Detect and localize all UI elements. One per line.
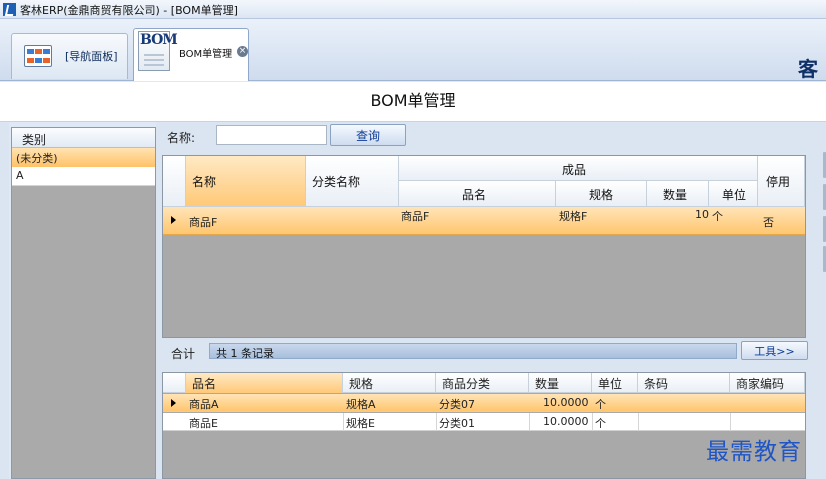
bom-header-category-name[interactable]: 分类名称 [306, 156, 399, 207]
window-title: 客林ERP(金鼎商贸有限公司) - [BOM单管理] [20, 4, 238, 17]
bom-header-disabled[interactable]: 停用 [758, 156, 805, 207]
row-pointer-icon [171, 399, 176, 407]
table-row[interactable]: 商品A 规格A 分类07 10.0000 个 [163, 394, 805, 412]
name-search-input[interactable] [216, 125, 327, 145]
bom-cell-spec: 规格F [559, 210, 588, 223]
detail-header-product-name[interactable]: 品名 [186, 373, 343, 393]
detail-cell-spec: 规格E [346, 417, 375, 430]
bom-document-icon: BOM [138, 31, 178, 71]
detail-header-merchant-code[interactable]: 商家编码 [730, 373, 805, 393]
table-row[interactable]: 商品F 商品F 规格F 10 个 否 [163, 207, 805, 235]
bom-cell-name: 商品F [189, 216, 218, 229]
bom-header-product-name[interactable]: 品名 [399, 181, 556, 207]
category-header: 类别 [12, 128, 155, 148]
name-label: 名称: [167, 131, 196, 145]
bom-header-name[interactable]: 名称 [186, 156, 306, 207]
detail-cell-unit: 个 [595, 398, 606, 411]
query-button[interactable]: 查询 [330, 124, 406, 146]
category-item-a[interactable]: A [12, 167, 155, 186]
detail-cell-product-name: 商品E [189, 417, 218, 430]
detail-cell-qty: 10.0000 [543, 415, 589, 428]
right-side-toolbar [815, 122, 826, 479]
detail-header-qty[interactable]: 数量 [529, 373, 592, 393]
close-tab-icon[interactable]: × [237, 46, 248, 57]
bom-cell-product-name: 商品F [401, 210, 430, 223]
detail-cell-category: 分类01 [439, 417, 475, 430]
left-gutter [0, 122, 9, 479]
bom-header-unit[interactable]: 单位 [709, 181, 758, 207]
corner-brand-text: 客 [798, 57, 818, 81]
summary-label: 合计 [171, 347, 196, 361]
bom-cell-qty: 10 [695, 208, 709, 221]
app-logo-icon [3, 3, 16, 16]
bom-grid-corner [163, 156, 186, 207]
bom-header-qty[interactable]: 数量 [647, 181, 709, 207]
navigation-grid-icon [24, 45, 52, 67]
detail-cell-category: 分类07 [439, 398, 475, 411]
bom-icon-text: BOM [140, 32, 178, 48]
bom-grid: 名称 分类名称 成品 品名 规格 数量 单位 停用 商品F 商品F 规格F 10… [162, 155, 806, 338]
detail-header-product-category[interactable]: 商品分类 [436, 373, 529, 393]
bom-header-finished-product: 成品 [399, 156, 758, 181]
record-count-bar: 共 1 条记录 [209, 343, 737, 360]
bom-header-spec[interactable]: 规格 [556, 181, 647, 207]
category-panel: 类别 (未分类) A [11, 127, 156, 479]
page-title: BOM单管理 [0, 82, 826, 122]
tools-button[interactable]: 工具>> [741, 341, 808, 360]
detail-header-barcode[interactable]: 条码 [638, 373, 730, 393]
row-pointer-icon [171, 216, 176, 224]
category-item-uncategorized[interactable]: (未分类) [12, 148, 155, 167]
detail-header-unit[interactable]: 单位 [592, 373, 638, 393]
table-row[interactable]: 商品E 规格E 分类01 10.0000 个 [163, 413, 805, 431]
detail-grid-header: 品名 规格 商品分类 数量 单位 条码 商家编码 [163, 373, 805, 393]
detail-cell-spec: 规格A [346, 398, 376, 411]
detail-cell-qty: 10.0000 [543, 396, 589, 409]
watermark-text: 最需教育 [706, 439, 802, 465]
detail-header-spec[interactable]: 规格 [343, 373, 436, 393]
title-bar: 客林ERP(金鼎商贸有限公司) - [BOM单管理] [0, 0, 826, 19]
detail-cell-unit: 个 [595, 417, 606, 430]
tab-navigation-panel[interactable]: [导航面板] [11, 33, 128, 79]
tab-bom-label: BOM单管理 [179, 49, 233, 60]
detail-grid-corner [163, 373, 186, 393]
tab-band: [导航面板] BOM BOM单管理 × 客 [0, 19, 826, 81]
bom-cell-disabled: 否 [763, 216, 774, 229]
tab-navigation-label: [导航面板] [65, 50, 118, 63]
tab-bom-management[interactable]: BOM BOM单管理 × [133, 28, 249, 81]
bom-cell-unit: 个 [712, 210, 723, 223]
detail-cell-product-name: 商品A [189, 398, 219, 411]
